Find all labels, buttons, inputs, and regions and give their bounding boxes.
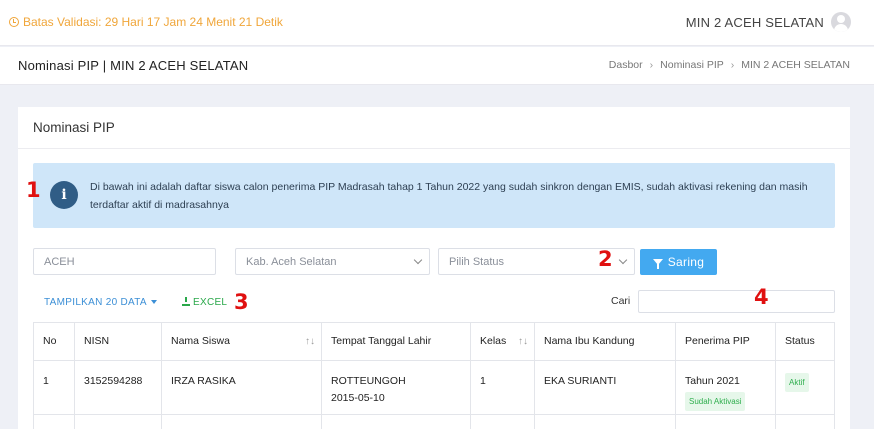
table-row: [33, 414, 835, 429]
cell-nisn: 3152594288: [74, 360, 162, 415]
col-birth: Tempat Tanggal Lahir: [321, 322, 471, 361]
validity-text: Batas Validasi: 29 Hari 17 Jam 24 Menit …: [23, 15, 283, 29]
birth-place: ROTTEUNGOH: [331, 375, 406, 387]
cell-pip: Tahun 2021 Sudah Aktivasi: [675, 360, 776, 415]
breadcrumb-current: MIN 2 ACEH SELATAN: [741, 59, 850, 71]
breadcrumb-dasbor[interactable]: Dasbor: [609, 59, 643, 71]
breadcrumb: Dasbor › Nominasi PIP › MIN 2 ACEH SELAT…: [609, 59, 850, 71]
info-alert: i Di bawah ini adalah daftar siswa calon…: [33, 163, 835, 228]
cell-mother: EKA SURIANTI: [534, 360, 676, 415]
sort-icon[interactable]: ↑↓: [305, 323, 315, 360]
cell-no: 1: [33, 360, 75, 415]
excel-button[interactable]: EXCEL: [182, 297, 227, 308]
sort-icon[interactable]: ↑↓: [518, 323, 528, 360]
top-bar: Batas Validasi: 29 Hari 17 Jam 24 Menit …: [0, 0, 874, 46]
chevron-down-icon: [618, 255, 628, 265]
filter-button[interactable]: Saring: [640, 249, 717, 275]
cell-birth: ROTTEUNGOH 2015-05-10: [321, 360, 471, 415]
col-pip: Penerima PIP: [675, 322, 776, 361]
table-row: 1 3152594288 IRZA RASIKA ROTTEUNGOH 2015…: [33, 360, 835, 415]
search-input[interactable]: [638, 290, 835, 313]
col-class-label: Kelas: [480, 335, 507, 347]
chevron-down-icon: [413, 255, 423, 265]
col-class[interactable]: Kelas ↑↓: [470, 322, 535, 361]
annotation-3: 3: [234, 290, 249, 314]
info-icon: i: [50, 181, 78, 209]
breadcrumb-separator-icon: ›: [649, 59, 654, 71]
col-name-label: Nama Siswa: [171, 335, 230, 347]
school-name[interactable]: MIN 2 ACEH SELATAN: [686, 15, 824, 30]
clock-icon: [9, 17, 19, 27]
avatar[interactable]: [831, 12, 851, 32]
annotation-2: 2: [598, 247, 613, 271]
col-status: Status: [775, 322, 835, 361]
pip-year: Tahun 2021: [685, 375, 740, 387]
breadcrumb-nominasi[interactable]: Nominasi PIP: [660, 59, 724, 71]
birth-date: 2015-05-10: [331, 392, 385, 404]
cell-status: Aktif: [775, 360, 835, 415]
province-field[interactable]: ACEH: [33, 248, 216, 275]
filter-button-label: Saring: [667, 255, 705, 269]
breadcrumb-separator-icon: ›: [730, 59, 735, 71]
show-entries-button[interactable]: TAMPILKAN 20 DATA: [44, 297, 157, 308]
status-badge: Aktif: [785, 373, 809, 392]
col-nisn: NISN: [74, 322, 162, 361]
validity-timer: Batas Validasi: 29 Hari 17 Jam 24 Menit …: [9, 15, 283, 29]
col-no: No: [33, 322, 75, 361]
activation-badge: Sudah Aktivasi: [685, 392, 746, 411]
col-mother: Nama Ibu Kandung: [534, 322, 676, 361]
page-title: Nominasi PIP | MIN 2 ACEH SELATAN: [18, 58, 249, 73]
funnel-icon: [652, 259, 663, 269]
search-label: Cari: [611, 295, 631, 307]
students-table: No NISN Nama Siswa ↑↓ Tempat Tanggal Lahi…: [33, 322, 835, 429]
show-entries-label: TAMPILKAN 20 DATA: [44, 297, 147, 308]
regency-select[interactable]: Kab. Aceh Selatan: [235, 248, 430, 275]
alert-text: Di bawah ini adalah daftar siswa calon p…: [90, 181, 808, 211]
cell-name: IRZA RASIKA: [161, 360, 322, 415]
annotation-1: 1: [26, 178, 41, 202]
col-name[interactable]: Nama Siswa ↑↓: [161, 322, 322, 361]
download-icon: [182, 297, 190, 306]
excel-label: EXCEL: [193, 297, 228, 308]
table-header-row: No NISN Nama Siswa ↑↓ Tempat Tanggal Lahi…: [33, 322, 835, 361]
card-title: Nominasi PIP: [33, 120, 115, 135]
annotation-4: 4: [754, 285, 769, 309]
caret-down-icon: [150, 300, 157, 305]
sub-header: Nominasi PIP | MIN 2 ACEH SELATAN Dasbor…: [0, 47, 874, 85]
status-placeholder: Pilih Status: [449, 256, 505, 268]
nominasi-card: Nominasi PIP i Di bawah ini adalah dafta…: [18, 107, 850, 429]
regency-value: Kab. Aceh Selatan: [246, 256, 337, 268]
cell-class: 1: [470, 360, 535, 415]
card-header: Nominasi PIP: [18, 107, 850, 149]
